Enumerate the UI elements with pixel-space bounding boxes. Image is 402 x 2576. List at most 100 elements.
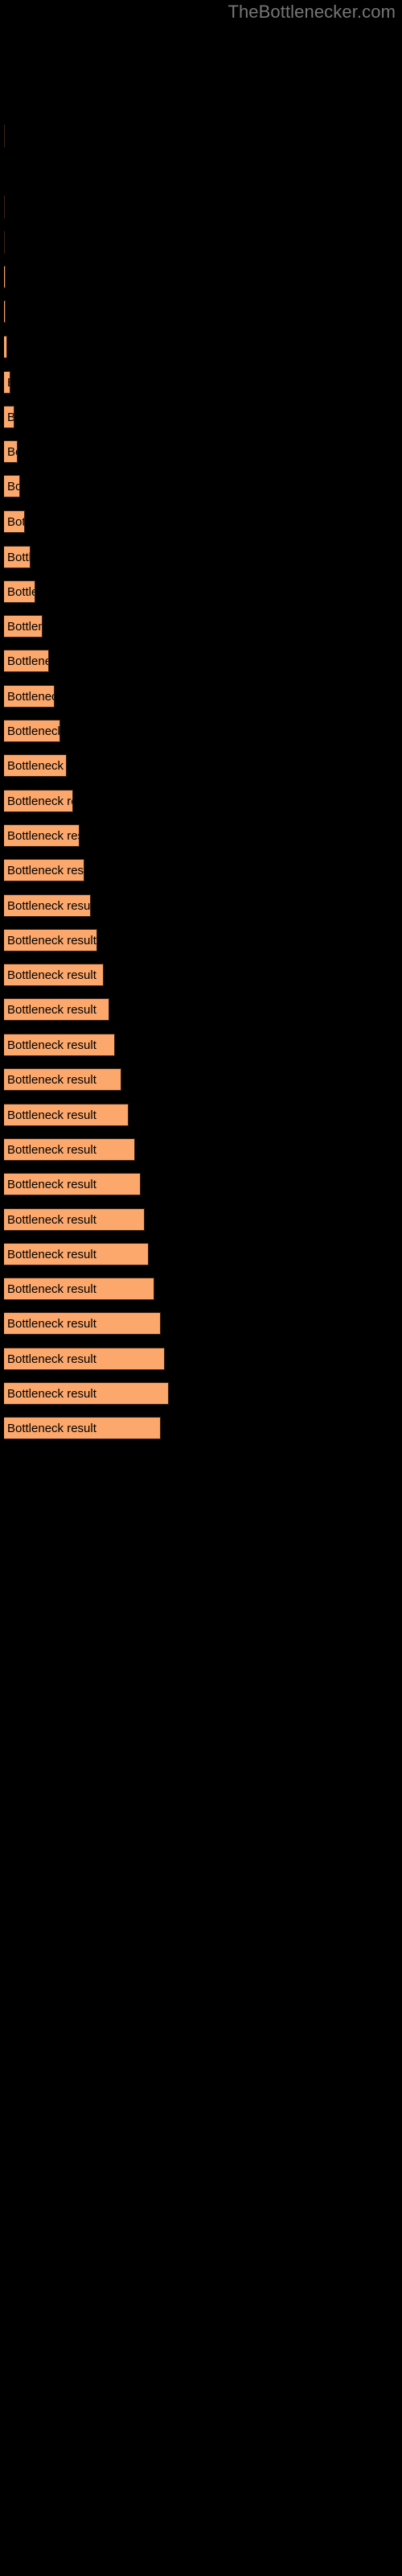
bar-value-label: Bottleneck result bbox=[7, 1108, 96, 1122]
bar-value-label: Bottleneck result bbox=[7, 515, 24, 529]
bar-value-label: Bottleneck result bbox=[7, 551, 31, 564]
chart-bar[interactable]: Bottleneck result bbox=[4, 1104, 129, 1126]
chart-bar[interactable]: Bottleneck result bbox=[4, 1068, 121, 1091]
bar-row: Bottleneck result bbox=[0, 1348, 402, 1370]
chart-bar[interactable]: Bottleneck result bbox=[4, 300, 6, 323]
bar-row: Bottleneck result bbox=[0, 998, 402, 1021]
chart-bar[interactable]: Bottleneck result bbox=[4, 1312, 161, 1335]
bar-row: Bottleneck result bbox=[0, 685, 402, 708]
bar-row: Bottleneck result bbox=[0, 650, 402, 672]
chart-bar[interactable]: Bottleneck result bbox=[4, 720, 60, 742]
bar-value-label: Bottleneck result bbox=[7, 1248, 96, 1261]
chart-bar[interactable]: Bottleneck result bbox=[4, 824, 80, 847]
bar-value-label: Bottleneck result bbox=[7, 1213, 96, 1227]
bar-value-label: Bottleneck result bbox=[7, 407, 14, 427]
chart-bar[interactable]: Bottleneck result bbox=[4, 859, 84, 881]
bar-row: Bottleneck result bbox=[0, 790, 402, 812]
bar-value-label: Bottleneck result bbox=[7, 1282, 96, 1296]
chart-bar[interactable]: Bottleneck result bbox=[4, 1278, 154, 1300]
bar-value-label: Bottleneck result bbox=[7, 968, 96, 982]
chart-bar[interactable]: Bottleneck result bbox=[4, 1034, 115, 1056]
bar-row: Bottleneck result bbox=[0, 125, 402, 147]
bar-value-label: Bottleneck result bbox=[7, 1143, 96, 1157]
chart-bar[interactable]: Bottleneck result bbox=[4, 894, 91, 917]
bar-row: Bottleneck result bbox=[0, 406, 402, 428]
bar-value-label: Bottleneck result bbox=[7, 1422, 96, 1435]
bar-value-label: Bottleneck result bbox=[7, 934, 96, 947]
bar-value-label: Bottleneck result bbox=[7, 864, 84, 877]
bar-row: Bottleneck result bbox=[0, 1417, 402, 1439]
bar-row: Bottleneck result bbox=[0, 546, 402, 568]
bar-row: Bottleneck result bbox=[0, 440, 402, 463]
bar-row: Bottleneck result bbox=[0, 336, 402, 358]
bar-row: Bottleneck result bbox=[0, 1138, 402, 1161]
bar-value-label: Bottleneck result bbox=[7, 1178, 96, 1191]
chart-bar[interactable]: Bottleneck result bbox=[4, 266, 6, 288]
chart-bar[interactable]: Bottleneck result bbox=[4, 685, 55, 708]
bar-value-label: Bottleneck result bbox=[7, 620, 42, 634]
bar-value-label: Bottleneck result bbox=[7, 654, 48, 668]
bar-row: Bottleneck result bbox=[0, 894, 402, 917]
bar-row: Bottleneck result bbox=[0, 1312, 402, 1335]
chart-plot-area: Bottleneck result Bottleneck result Bottle… bbox=[0, 0, 402, 2576]
bar-row: Bottleneck result bbox=[0, 824, 402, 847]
chart-bar[interactable]: Bottleneck result bbox=[4, 615, 43, 638]
chart-bar[interactable]: Bottleneck result bbox=[4, 1173, 141, 1195]
chart-bar[interactable]: Bottleneck result bbox=[4, 231, 5, 254]
bar-row: Bottleneck result bbox=[0, 1104, 402, 1126]
bar-value-label: Bottleneck result bbox=[7, 1352, 96, 1366]
bar-value-label: Bottleneck result bbox=[7, 1073, 96, 1087]
chart-bar[interactable]: Bottleneck result bbox=[4, 650, 49, 672]
bottleneck-chart-root: TheBottlenecker.com Bottleneck resultBot… bbox=[0, 0, 402, 2576]
chart-bar[interactable]: Bottleneck result bbox=[4, 1382, 169, 1405]
bar-row: Bottleneck result bbox=[0, 929, 402, 952]
chart-bar[interactable]: Bottleneck result bbox=[4, 125, 5, 147]
chart-bar[interactable]: Bottleneck result bbox=[4, 790, 73, 812]
bar-row: Bottleneck result bbox=[0, 754, 402, 777]
chart-bar[interactable]: Bottleneck result bbox=[4, 1348, 165, 1370]
bar-row: Bottleneck result bbox=[0, 1278, 402, 1300]
bar-row: Bottleneck result bbox=[0, 475, 402, 497]
chart-bar[interactable]: Bottleneck result bbox=[4, 336, 7, 358]
bar-row: Bottleneck result bbox=[0, 371, 402, 394]
bar-value-label: Bottleneck result bbox=[7, 1387, 96, 1401]
chart-bar[interactable]: Bottleneck result bbox=[4, 580, 35, 603]
bar-value-label: Bottleneck result bbox=[7, 480, 19, 493]
bar-row: Bottleneck result bbox=[0, 510, 402, 533]
chart-bar[interactable]: Bottleneck result bbox=[4, 196, 5, 218]
bar-row: Bottleneck result bbox=[0, 1034, 402, 1056]
bar-row: Bottleneck result bbox=[0, 964, 402, 986]
chart-bar[interactable]: Bottleneck result bbox=[4, 406, 14, 428]
bar-value-label: Bottleneck result bbox=[7, 690, 54, 704]
bar-row: Bottleneck result bbox=[0, 720, 402, 742]
bar-value-label: Bottleneck result bbox=[7, 1038, 96, 1052]
bar-value-label: Bottleneck result bbox=[7, 795, 72, 808]
bar-row: Bottleneck result bbox=[0, 1173, 402, 1195]
bar-row: Bottleneck result bbox=[0, 266, 402, 288]
bar-row: Bottleneck result bbox=[0, 1068, 402, 1091]
chart-bar[interactable]: Bottleneck result bbox=[4, 964, 104, 986]
chart-bar[interactable]: Bottleneck result bbox=[4, 510, 25, 533]
chart-bar[interactable]: Bottleneck result bbox=[4, 546, 31, 568]
bar-row: Bottleneck result bbox=[0, 1208, 402, 1231]
chart-bar[interactable]: Bottleneck result bbox=[4, 929, 97, 952]
bar-value-label: Bottleneck result bbox=[7, 829, 79, 843]
chart-bar[interactable]: Bottleneck result bbox=[4, 475, 20, 497]
chart-bar[interactable]: Bottleneck result bbox=[4, 1417, 161, 1439]
chart-bar[interactable]: Bottleneck result bbox=[4, 1208, 145, 1231]
chart-bar[interactable]: Bottleneck result bbox=[4, 998, 109, 1021]
chart-bar[interactable]: Bottleneck result bbox=[4, 1243, 149, 1265]
bar-value-label: Bottleneck result bbox=[7, 724, 60, 738]
chart-bar[interactable]: Bottleneck result bbox=[4, 754, 67, 777]
chart-bar[interactable]: Bottleneck result bbox=[4, 371, 10, 394]
bar-row: Bottleneck result bbox=[0, 300, 402, 323]
bar-row: Bottleneck result bbox=[0, 1243, 402, 1265]
bar-row: Bottleneck result bbox=[0, 859, 402, 881]
bar-value-label: Bottleneck result bbox=[7, 585, 35, 599]
bar-value-label: Bottleneck result bbox=[7, 372, 10, 393]
bar-value-label: Bottleneck result bbox=[7, 899, 91, 913]
bar-row: Bottleneck result bbox=[0, 1382, 402, 1405]
chart-bar[interactable]: Bottleneck result bbox=[4, 1138, 135, 1161]
chart-bar[interactable]: Bottleneck result bbox=[4, 440, 18, 463]
bar-value-label: Bottleneck result bbox=[7, 445, 17, 459]
